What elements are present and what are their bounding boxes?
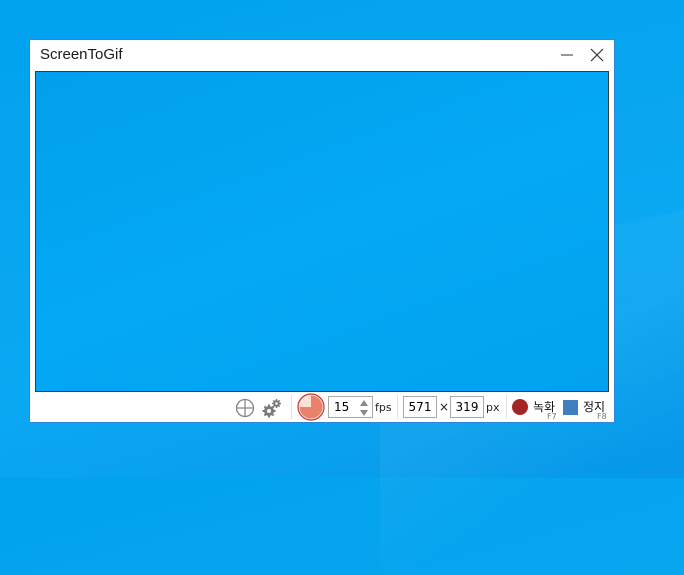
fps-decrease-button[interactable] (359, 408, 369, 417)
recording-area[interactable] (35, 71, 609, 392)
minimize-button[interactable] (552, 40, 582, 70)
record-shortcut: F7 (547, 412, 557, 421)
close-button[interactable] (582, 40, 612, 70)
recorder-toolbar: 15 fps 571 × 319 px 녹화 F7 정지 F8 (30, 392, 614, 422)
stop-shortcut: F8 (597, 412, 607, 421)
gears-icon (262, 399, 281, 418)
size-unit-label: px (486, 401, 500, 414)
toolbar-separator (506, 395, 507, 419)
toolbar-separator (291, 395, 292, 419)
chevron-up-icon (360, 399, 368, 406)
fps-stepper[interactable]: 15 (328, 396, 373, 418)
snap-to-window-button[interactable] (235, 398, 255, 418)
fps-unit-label: fps (375, 401, 392, 414)
title-bar[interactable]: ScreenToGif (30, 40, 614, 70)
pie-timer-icon (297, 393, 325, 421)
record-icon (512, 399, 528, 415)
close-icon (590, 48, 604, 62)
width-input[interactable]: 571 (403, 396, 437, 418)
chevron-down-icon (360, 409, 368, 416)
window-title: ScreenToGif (40, 46, 123, 63)
fps-increase-button[interactable] (359, 398, 369, 407)
crosshair-icon (235, 398, 255, 418)
screentogif-recorder-window: ScreenToGif 15 fps 571 × 319 px 녹화 F7 정지… (29, 39, 615, 423)
options-button[interactable] (261, 397, 283, 419)
dimension-times-label: × (439, 400, 450, 414)
toolbar-separator (397, 395, 398, 419)
fps-preset-button[interactable] (297, 393, 325, 421)
height-input[interactable]: 319 (450, 396, 484, 418)
stop-icon (563, 400, 578, 415)
fps-input[interactable]: 15 (334, 400, 349, 414)
minimize-icon (561, 54, 573, 56)
